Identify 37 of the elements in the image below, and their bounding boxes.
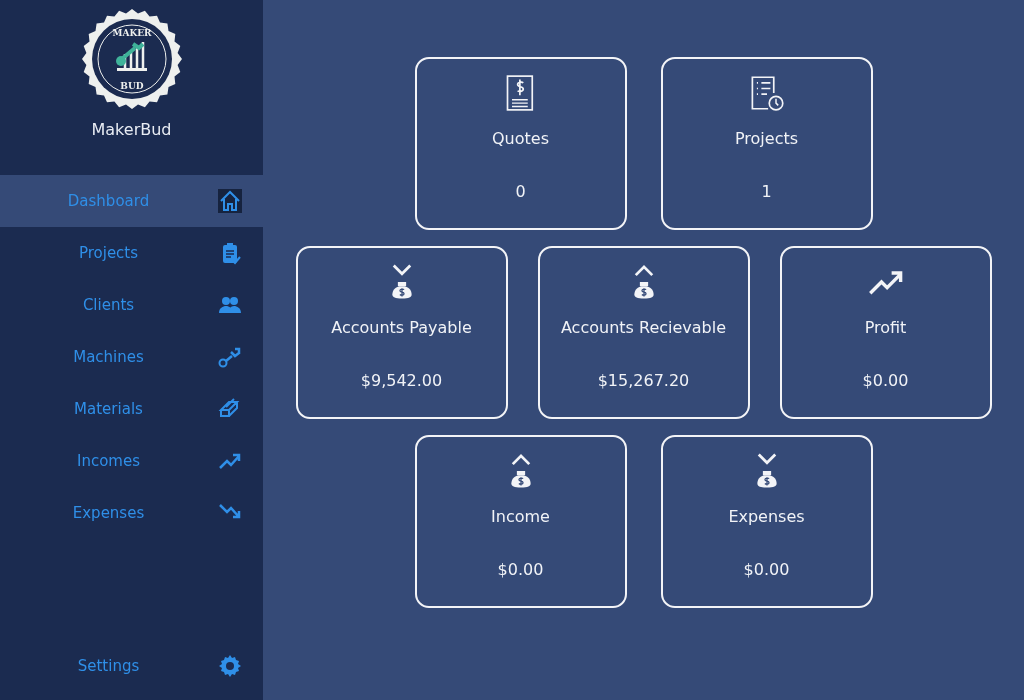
stat-card[interactable]: Accounts Payable $9,542.00 xyxy=(295,246,508,419)
nav-item[interactable]: Machines xyxy=(0,331,263,383)
nav-item[interactable]: Settings xyxy=(0,640,263,692)
money-bag-up-icon xyxy=(509,453,532,489)
nav-item[interactable]: Materials xyxy=(0,383,263,435)
stat-card[interactable]: Projects 1 xyxy=(660,57,873,230)
settings-icon xyxy=(217,653,243,679)
app-name: MakerBud xyxy=(91,119,172,141)
stat-card[interactable]: Expenses $0.00 xyxy=(660,435,873,608)
nav-item[interactable]: Incomes xyxy=(0,435,263,487)
card-value: $0.00 xyxy=(862,370,909,392)
card-title: Income xyxy=(491,506,550,528)
nav-item[interactable]: Projects xyxy=(0,227,263,279)
card-value: $0.00 xyxy=(497,559,544,581)
money-bag-down-icon xyxy=(755,453,778,489)
card-title: Accounts Payable xyxy=(331,317,472,339)
card-title: Quotes xyxy=(492,128,549,150)
money-bag-up-icon xyxy=(632,264,655,300)
card-title: Profit xyxy=(864,317,907,339)
nav-item[interactable]: Clients xyxy=(0,279,263,331)
logo-icon: MAKER BUD xyxy=(80,8,183,110)
card-value: $9,542.00 xyxy=(360,370,443,392)
stat-card[interactable]: Accounts Recievable $15,267.20 xyxy=(537,246,750,419)
card-value: $15,267.20 xyxy=(597,370,690,392)
card-value: 1 xyxy=(761,181,772,203)
card-value: 0 xyxy=(515,181,526,203)
card-title: Projects xyxy=(734,128,799,150)
stat-card[interactable]: Quotes 0 xyxy=(414,57,627,230)
stat-card[interactable]: Profit $0.00 xyxy=(779,246,992,419)
money-bag-down-icon xyxy=(390,264,413,300)
stat-card[interactable]: Income $0.00 xyxy=(414,435,627,608)
nav-item[interactable]: Dashboard xyxy=(0,175,263,227)
nav-item[interactable]: Expenses xyxy=(0,487,263,539)
card-value: $0.00 xyxy=(743,559,790,581)
card-title: Expenses xyxy=(728,506,805,528)
home-icon xyxy=(217,188,243,214)
card-title: Accounts Recievable xyxy=(560,317,727,339)
